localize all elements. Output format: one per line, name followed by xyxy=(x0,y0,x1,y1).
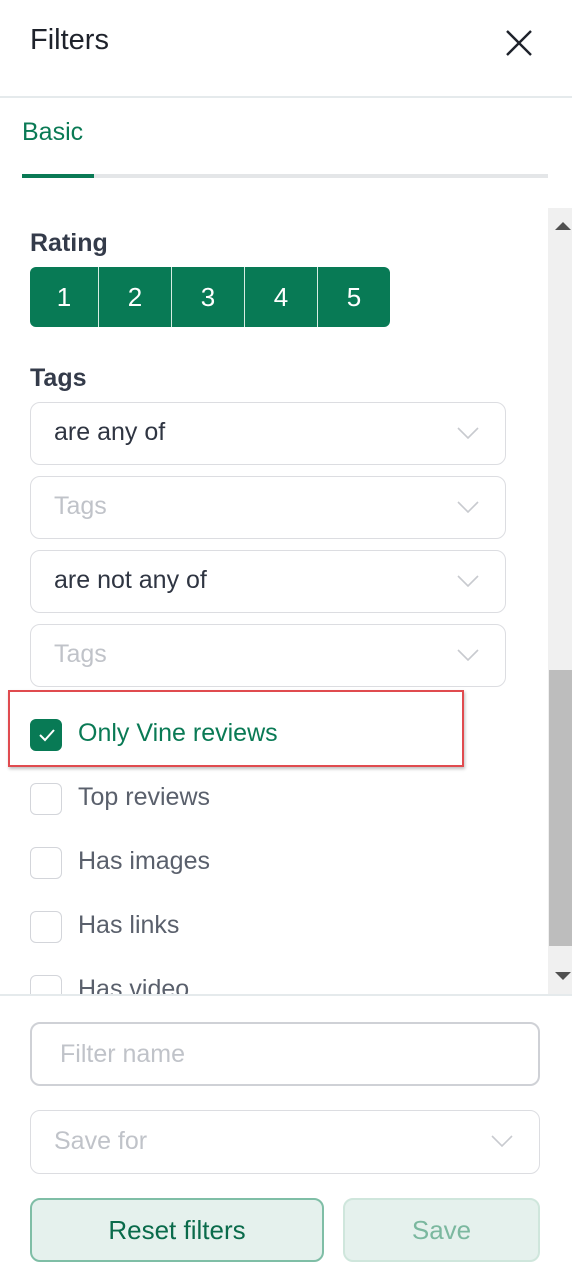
scroll-down-arrow-icon[interactable] xyxy=(555,972,571,980)
tags-include-select[interactable]: Tags xyxy=(30,476,506,539)
checkbox[interactable] xyxy=(30,783,62,815)
checkmark-icon xyxy=(39,729,55,742)
save-for-select[interactable]: Save for xyxy=(30,1110,540,1174)
panel-title: Filters xyxy=(30,24,109,56)
rating-option-5[interactable]: 5 xyxy=(317,267,390,327)
close-icon xyxy=(506,30,532,56)
checkbox[interactable] xyxy=(30,911,62,943)
checkbox-label: Only Vine reviews xyxy=(78,719,278,747)
reset-filters-button[interactable]: Reset filters xyxy=(30,1198,324,1262)
rating-option-2[interactable]: 2 xyxy=(98,267,171,327)
checkbox-label: Has images xyxy=(78,847,210,875)
checkbox-label: Top reviews xyxy=(78,783,210,811)
chevron-down-icon xyxy=(457,501,479,513)
select-value: are not any of xyxy=(54,566,207,594)
scroll-up-arrow-icon[interactable] xyxy=(555,222,571,230)
rating-option-1[interactable]: 1 xyxy=(30,267,98,327)
save-button[interactable]: Save xyxy=(343,1198,540,1262)
chevron-down-icon xyxy=(457,575,479,587)
chevron-down-icon xyxy=(491,1135,513,1147)
rating-label: Rating xyxy=(30,229,108,257)
scrollbar-thumb[interactable] xyxy=(549,670,572,946)
filters-footer: Save for Reset filters Save xyxy=(0,994,572,1271)
filter-name-input[interactable] xyxy=(30,1022,540,1086)
chevron-down-icon xyxy=(457,649,479,661)
tab-bar: Basic xyxy=(22,118,548,180)
select-placeholder: Tags xyxy=(54,640,107,668)
checkbox[interactable] xyxy=(30,719,62,751)
scrollbar[interactable] xyxy=(548,208,572,994)
tab-basic[interactable]: Basic xyxy=(22,118,83,147)
chevron-down-icon xyxy=(457,427,479,439)
rating-selector: 1 2 3 4 5 xyxy=(30,267,390,327)
tab-active-indicator xyxy=(22,174,94,178)
tags-exclude-operator-select[interactable]: are not any of xyxy=(30,550,506,613)
checkbox-label: Has links xyxy=(78,911,180,939)
select-value: are any of xyxy=(54,418,166,446)
tags-exclude-select[interactable]: Tags xyxy=(30,624,506,687)
rating-option-3[interactable]: 3 xyxy=(171,267,244,327)
checkbox[interactable] xyxy=(30,847,62,879)
close-button[interactable] xyxy=(502,26,536,60)
select-placeholder: Save for xyxy=(54,1127,148,1155)
filters-header: Filters xyxy=(0,0,572,98)
select-placeholder: Tags xyxy=(54,492,107,520)
tags-include-operator-select[interactable]: are any of xyxy=(30,402,506,465)
tags-label: Tags xyxy=(30,364,87,392)
tab-track xyxy=(22,174,548,178)
rating-option-4[interactable]: 4 xyxy=(244,267,317,327)
